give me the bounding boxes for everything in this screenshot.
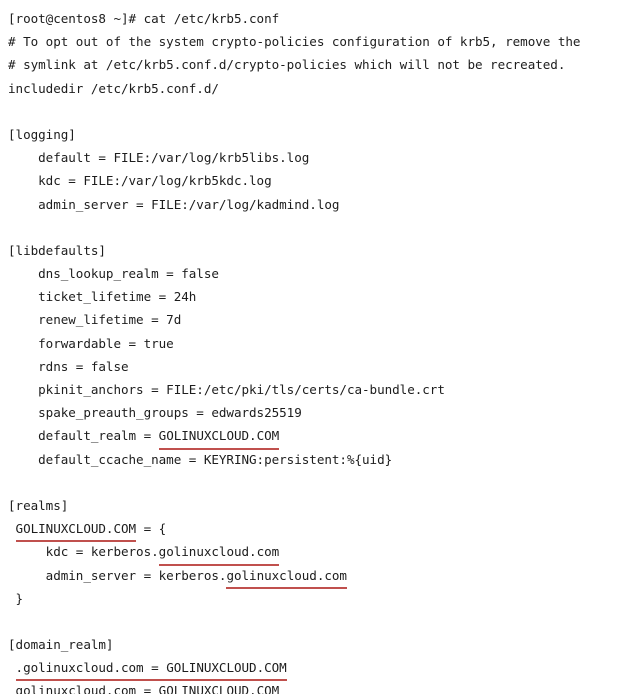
terminal-output-line: # To opt out of the system crypto-polici…: [8, 34, 581, 50]
highlighted-value: golinuxcloud.com = GOLINUXCLOUD.COM: [16, 679, 280, 694]
highlighted-value: GOLINUXCLOUD.COM: [15, 517, 136, 543]
terminal-output-line: [realms]: [8, 497, 69, 513]
terminal-output-line: forwardable = true: [8, 335, 174, 351]
terminal-output-line: kdc = kerberos.golinuxcloud.com: [0, 540, 625, 566]
terminal-output-line: # symlink at /etc/krb5.conf.d/crypto-pol…: [8, 57, 566, 73]
terminal-output-line: spake_preauth_groups = edwards25519: [8, 405, 302, 421]
terminal-output-line: ticket_lifetime = 24h: [8, 289, 197, 305]
terminal-output-line: [logging]: [8, 126, 76, 142]
terminal-output-line: kdc = FILE:/var/log/krb5kdc.log: [8, 173, 272, 189]
terminal-window: [root@centos8 ~]# cat /etc/krb5.conf # To…: [0, 0, 625, 694]
highlighted-value: golinuxcloud.com: [158, 540, 279, 566]
highlighted-value: GOLINUXCLOUD.COM: [158, 424, 279, 450]
terminal-output-line: admin_server = FILE:/var/log/kadmind.log: [8, 196, 340, 212]
terminal-prompt-line: [root@centos8 ~]# cat /etc/krb5.conf: [8, 11, 280, 26]
terminal-output-line: default = FILE:/var/log/krb5libs.log: [8, 150, 310, 166]
terminal-output-line: pkinit_anchors = FILE:/etc/pki/tls/certs…: [8, 382, 445, 397]
highlighted-value: .golinuxcloud.com = GOLINUXCLOUD.COM: [15, 656, 287, 682]
terminal-output-line: includedir /etc/krb5.conf.d/: [8, 80, 219, 96]
terminal-output[interactable]: [root@centos8 ~]# cat /etc/krb5.conf # To…: [0, 7, 625, 694]
highlighted-value: golinuxcloud.com: [226, 564, 347, 589]
terminal-output-line: default_realm = GOLINUXCLOUD.COM: [0, 424, 625, 450]
terminal-output-line: }: [8, 590, 24, 606]
terminal-output-line: .golinuxcloud.com = GOLINUXCLOUD.COM: [0, 656, 625, 682]
terminal-output-line: renew_lifetime = 7d: [8, 312, 182, 328]
terminal-output-line: [domain_realm]: [8, 637, 114, 653]
terminal-output-line: default_ccache_name = KEYRING:persistent…: [8, 451, 393, 467]
terminal-output-line: rdns = false: [8, 358, 129, 374]
terminal-output-line: golinuxcloud.com = GOLINUXCLOUD.COM: [0, 679, 625, 694]
terminal-output-line: dns_lookup_realm = false: [8, 266, 219, 282]
terminal-output-line: [libdefaults]: [8, 242, 106, 258]
terminal-output-line: admin_server = kerberos.golinuxcloud.com: [0, 564, 625, 589]
terminal-output-line: GOLINUXCLOUD.COM = {: [0, 517, 625, 543]
